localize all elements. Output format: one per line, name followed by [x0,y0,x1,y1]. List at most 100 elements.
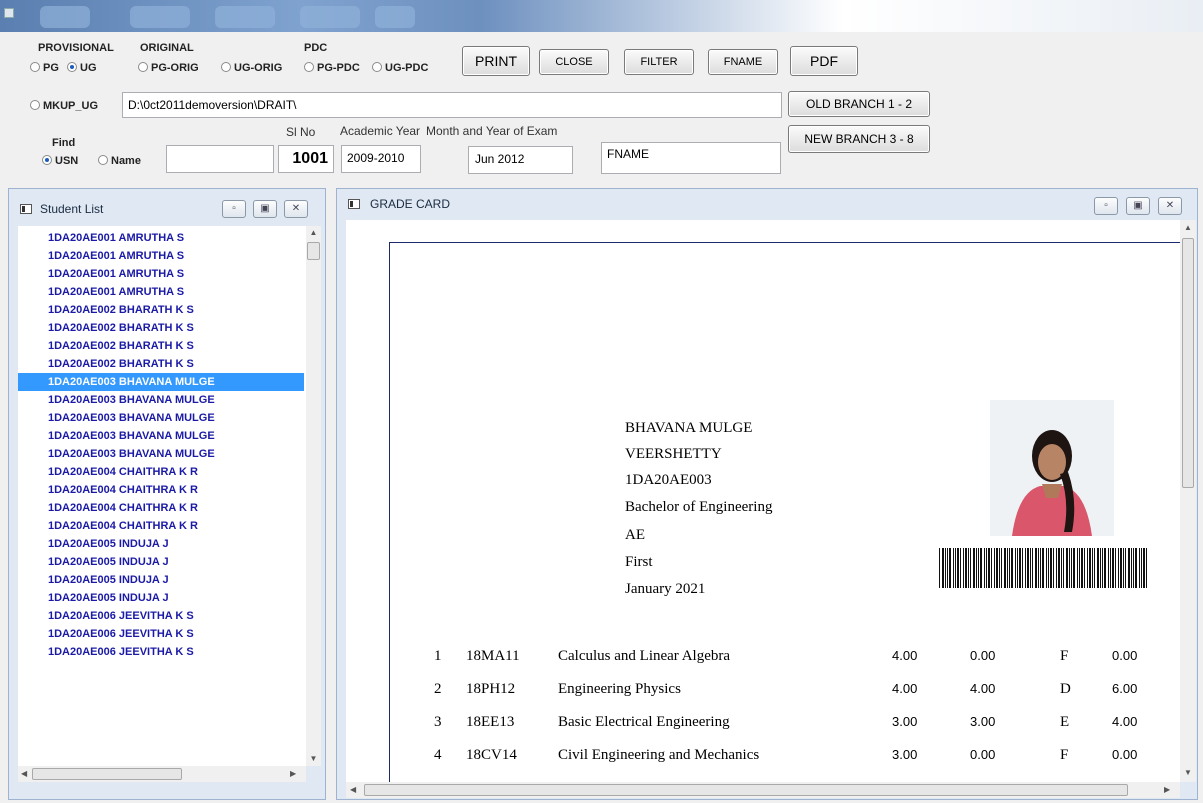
list-vertical-scrollbar[interactable]: ▲ ▼ [306,226,321,766]
scroll-right-icon[interactable]: ▶ [290,769,296,778]
subject-sl: 1 [434,648,442,664]
list-item[interactable]: 1DA20AE003 BHAVANA MULGE [18,427,304,445]
scrollbar-thumb[interactable] [364,784,1128,796]
fname-button[interactable]: FNAME [708,49,778,75]
scrollbar-thumb[interactable] [1182,238,1194,488]
list-item[interactable]: 1DA20AE001 AMRUTHA S [18,265,304,283]
list-horizontal-scrollbar[interactable]: ◀ ▶ [18,766,306,782]
subject-credits: 3.00 [892,714,918,729]
subject-code: 18CV14 [466,747,517,763]
radio-pg-pdc-label: PG-PDC [317,62,360,74]
scrollbar-thumb[interactable] [307,242,320,260]
maximize-icon[interactable]: ▣ [253,200,277,218]
scroll-left-icon[interactable]: ◀ [21,769,27,778]
grade-card-title: GRADE CARD [370,197,451,211]
radio-ug-pdc-dot[interactable] [372,62,382,72]
radio-pg-pdc-dot[interactable] [304,62,314,72]
subject-grade: D [1060,681,1071,697]
radio-pg-orig[interactable]: PG-ORIG [138,60,199,74]
radio-mkup-ug-label: MKUP_UG [43,100,99,112]
grade-card-horizontal-scrollbar[interactable]: ◀ ▶ [346,782,1180,798]
subject-grade: E [1060,714,1070,730]
list-item[interactable]: 1DA20AE001 AMRUTHA S [18,247,304,265]
radio-usn[interactable]: USN [42,153,78,167]
radio-pg-orig-dot[interactable] [138,62,148,72]
pdf-button[interactable]: PDF [790,46,858,76]
radio-pg[interactable]: PG [30,60,59,74]
maximize-icon[interactable]: ▣ [1126,197,1150,215]
list-item[interactable]: 1DA20AE005 INDUJA J [18,571,304,589]
list-item[interactable]: 1DA20AE002 BHARATH K S [18,301,304,319]
slno-input[interactable]: 1001 [278,145,334,173]
find-input[interactable] [166,145,274,173]
close-icon[interactable]: ✕ [284,200,308,218]
close-button[interactable]: CLOSE [539,49,609,75]
radio-ug-orig[interactable]: UG-ORIG [221,60,282,74]
scroll-up-icon[interactable]: ▲ [306,228,321,237]
list-item[interactable]: 1DA20AE002 BHARATH K S [18,355,304,373]
old-branch-button[interactable]: OLD BRANCH 1 - 2 [788,91,930,117]
radio-ug[interactable]: UG [67,60,97,74]
scrollbar-thumb[interactable] [32,768,182,780]
close-icon[interactable]: ✕ [1158,197,1182,215]
list-item[interactable]: 1DA20AE002 BHARATH K S [18,337,304,355]
radio-pg-orig-label: PG-ORIG [151,62,199,74]
radio-name[interactable]: Name [98,153,141,167]
new-branch-button[interactable]: NEW BRANCH 3 - 8 [788,125,930,153]
window-title-bar [0,0,1203,32]
list-item[interactable]: 1DA20AE003 BHAVANA MULGE [18,445,304,463]
window-icon [348,199,360,209]
list-item[interactable]: 1DA20AE001 AMRUTHA S [18,229,304,247]
scroll-left-icon[interactable]: ◀ [350,785,356,794]
list-item[interactable]: 1DA20AE005 INDUJA J [18,589,304,607]
list-item[interactable]: 1DA20AE003 BHAVANA MULGE [18,391,304,409]
radio-pg-dot[interactable] [30,62,40,72]
title-decoration [40,6,90,28]
list-item[interactable]: 1DA20AE005 INDUJA J [18,553,304,571]
print-button[interactable]: PRINT [462,46,530,76]
radio-ug-dot[interactable] [67,62,77,72]
scroll-down-icon[interactable]: ▼ [306,754,321,763]
list-item[interactable]: 1DA20AE004 CHAITHRA K R [18,517,304,535]
radio-mkup-ug-dot[interactable] [30,100,40,110]
scroll-right-icon[interactable]: ▶ [1164,785,1170,794]
exam-month-label: Month and Year of Exam [426,124,558,138]
filter-button[interactable]: FILTER [624,49,694,75]
academic-year-input[interactable]: 2009-2010 [341,145,421,173]
list-item[interactable]: 1DA20AE003 BHAVANA MULGE [18,373,304,391]
list-item[interactable]: 1DA20AE002 BHARATH K S [18,319,304,337]
grade-card-document: BHAVANA MULGE VEERSHETTY 1DA20AE003 Bach… [346,220,1180,782]
exam-month-input[interactable]: Jun 2012 [468,146,573,174]
list-item[interactable]: 1DA20AE005 INDUJA J [18,535,304,553]
radio-ug-orig-dot[interactable] [221,62,231,72]
radio-ug-pdc[interactable]: UG-PDC [372,60,428,74]
list-item[interactable]: 1DA20AE004 CHAITHRA K R [18,463,304,481]
subject-sl: 4 [434,747,442,763]
minimize-icon[interactable]: ▫ [1094,197,1118,215]
radio-ug-orig-label: UG-ORIG [234,62,283,74]
list-item[interactable]: 1DA20AE006 JEEVITHA K S [18,607,304,625]
radio-name-dot[interactable] [98,155,108,165]
list-item[interactable]: 1DA20AE003 BHAVANA MULGE [18,409,304,427]
path-input[interactable]: D:\0ct2011demoversion\DRAIT\ [122,92,782,118]
list-item[interactable]: 1DA20AE004 CHAITHRA K R [18,481,304,499]
student-list[interactable]: 1DA20AE001 AMRUTHA S 1DA20AE001 AMRUTHA S… [18,226,306,766]
radio-usn-dot[interactable] [42,155,52,165]
subject-earned: 0.00 [970,648,996,663]
list-item[interactable]: 1DA20AE001 AMRUTHA S [18,283,304,301]
window-icon [20,204,32,214]
title-decoration [215,6,275,28]
list-item[interactable]: 1DA20AE006 JEEVITHA K S [18,643,304,661]
list-item[interactable]: 1DA20AE004 CHAITHRA K R [18,499,304,517]
radio-pg-pdc[interactable]: PG-PDC [304,60,360,74]
grade-card-vertical-scrollbar[interactable]: ▲ ▼ [1180,220,1196,782]
slno-label: Sl No [286,125,316,139]
scroll-down-icon[interactable]: ▼ [1180,768,1196,777]
scroll-up-icon[interactable]: ▲ [1180,223,1196,232]
minimize-icon[interactable]: ▫ [222,200,246,218]
radio-mkup-ug[interactable]: MKUP_UG [30,98,98,112]
subject-name: Calculus and Linear Algebra [558,648,731,664]
subject-credits: 4.00 [892,681,918,696]
list-item[interactable]: 1DA20AE006 JEEVITHA K S [18,625,304,643]
fname-input[interactable]: FNAME [601,142,781,174]
